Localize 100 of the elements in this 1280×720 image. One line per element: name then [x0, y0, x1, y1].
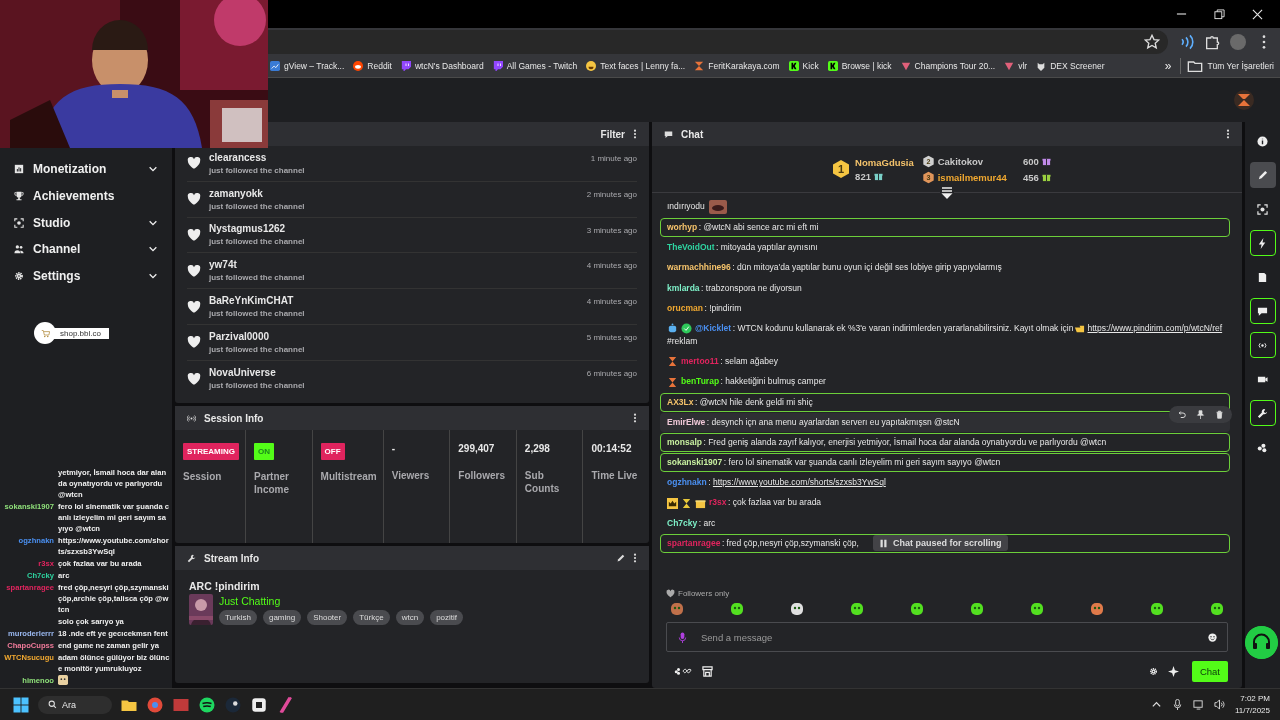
rail-button[interactable] — [1249, 298, 1276, 324]
chat-username[interactable]: ogzhnakn — [667, 477, 707, 488]
settings-icon[interactable] — [1148, 666, 1158, 676]
chat-username[interactable]: orucman — [667, 302, 703, 313]
bookmark[interactable]: FeritKarakaya.com — [694, 61, 780, 71]
clock[interactable]: 7:02 PM 11/7/2025 — [1235, 693, 1270, 716]
emote-icon[interactable] — [1030, 602, 1044, 616]
more-icon[interactable] — [633, 553, 637, 563]
emote-icon[interactable] — [790, 602, 804, 616]
filter-button[interactable]: Filter — [600, 128, 625, 140]
chevron-up-icon[interactable] — [1151, 699, 1162, 710]
bookmark[interactable]: wtcN's Dashboard — [400, 61, 484, 71]
tag-chip[interactable]: Turkish — [219, 609, 257, 625]
tag-chip[interactable]: Türkçe — [353, 609, 390, 625]
panel-title: Chat — [681, 128, 705, 140]
chat-username[interactable]: monsalp — [667, 436, 702, 447]
rail-button[interactable] — [1249, 332, 1276, 358]
chat-username[interactable]: TheVoidOut — [667, 242, 715, 253]
stat-label: Partner Income — [254, 470, 290, 496]
edit-icon[interactable] — [616, 553, 625, 563]
category-link[interactable]: Just Chatting — [219, 594, 464, 607]
chat-username[interactable]: AX3Lx — [667, 396, 694, 407]
chat-username[interactable]: kmlarda — [667, 282, 700, 293]
heart-icon — [187, 371, 201, 386]
store-icon[interactable] — [702, 665, 713, 677]
more-bookmarks-button[interactable]: » — [1164, 59, 1172, 73]
chat-send-button[interactable]: Chat — [1191, 660, 1228, 682]
all-bookmarks-button[interactable]: Tüm Yer İşaretleri — [1180, 58, 1280, 74]
emote-icon[interactable] — [910, 602, 924, 616]
bookmark[interactable]: DEX Screener — [1036, 61, 1105, 71]
chat-username[interactable]: worhyp — [667, 222, 698, 232]
sidebar-item[interactable]: Studio — [0, 209, 172, 237]
bookmark[interactable]: Champions Tour 20... — [900, 61, 996, 71]
chat-username[interactable]: Ch7cky — [667, 517, 698, 528]
emote-icon[interactable] — [850, 602, 864, 616]
search-field[interactable]: Ara — [38, 695, 112, 714]
activity-text: just followed the channel — [209, 273, 306, 283]
hourglass-logo[interactable] — [1234, 90, 1254, 110]
headset-icon[interactable] — [1245, 626, 1278, 659]
chat-link[interactable]: https://www.pindirim.com/p/wtcN/ref — [1087, 322, 1223, 333]
sidebar-item[interactable]: Monetization — [0, 156, 172, 183]
tag-chip[interactable]: pozitif — [430, 609, 464, 625]
emote-icon[interactable] — [1150, 602, 1164, 616]
chat-link[interactable]: https://www.youtube.com/shorts/szxsb3YwSql — [712, 477, 886, 488]
bookmark[interactable]: gView – Track... — [270, 61, 345, 71]
browser-icon[interactable] — [146, 695, 164, 714]
sidebar-item[interactable]: Channel — [0, 236, 172, 263]
app-icon[interactable] — [250, 695, 268, 714]
chat-username[interactable]: EmirElwe — [667, 416, 706, 427]
gift-count: 821 — [855, 170, 871, 182]
tag-chip[interactable]: Shooter — [307, 609, 348, 625]
bookmark[interactable]: All Games - Twitch — [492, 61, 578, 71]
tag-chip[interactable]: gaming — [262, 609, 302, 625]
hourglass-icon — [681, 497, 692, 509]
music-icon[interactable] — [198, 695, 216, 714]
sidebar-item[interactable]: Settings — [0, 262, 172, 290]
bookmark[interactable]: Browse | kick — [827, 61, 892, 71]
rail-button[interactable] — [1249, 230, 1276, 256]
windows-icon[interactable] — [12, 695, 30, 714]
puzzle-icon[interactable] — [1204, 33, 1220, 50]
chat-message: : @wtcN hile denk geldi mi shiç — [694, 396, 813, 407]
username: NovaUniverse — [209, 367, 277, 379]
star-icon[interactable] — [1144, 33, 1160, 50]
sidebar-item[interactable]: Achievements — [0, 182, 172, 210]
emote-icon[interactable] — [730, 602, 744, 616]
emote-icon[interactable] — [970, 602, 984, 616]
collapse-icon[interactable] — [940, 187, 954, 199]
kick-icon — [788, 61, 799, 71]
shop-link[interactable]: shop.bbl.co — [54, 327, 109, 339]
chat-username[interactable]: sokanski1907 — [667, 457, 723, 468]
bookmark[interactable]: Text faces | Lenny fa... — [586, 61, 686, 71]
undo-icon[interactable] — [1177, 410, 1186, 419]
rail-button[interactable] — [1249, 400, 1276, 426]
pin-icon[interactable] — [1196, 410, 1205, 419]
message-box[interactable]: Send a message — [666, 622, 1228, 652]
more-icon[interactable] — [633, 129, 637, 139]
bolt-icon — [1257, 237, 1268, 249]
more-icon[interactable] — [1226, 129, 1230, 139]
monitor-icon[interactable] — [1193, 699, 1204, 710]
bookmark[interactable]: Reddit — [353, 61, 392, 71]
more-icon[interactable] — [633, 413, 637, 423]
chat-username[interactable]: benTurap — [681, 376, 720, 387]
tag-chip[interactable]: wtcn — [395, 609, 425, 625]
emote-icon[interactable] — [1090, 602, 1104, 616]
bookmark[interactable]: Kick — [788, 61, 819, 71]
rail-button[interactable] — [1249, 162, 1276, 188]
emoji-icon[interactable] — [1208, 632, 1217, 642]
timestamp: 4 minutes ago — [586, 261, 637, 271]
trash-icon[interactable] — [1215, 410, 1224, 419]
bookmark[interactable]: vlr — [1004, 61, 1028, 71]
sparkle-icon[interactable] — [1167, 665, 1179, 677]
emote-icon[interactable] — [1210, 602, 1224, 616]
message-field[interactable]: Send a message — [699, 630, 1200, 644]
microphone-icon[interactable] — [1172, 699, 1183, 710]
speaker-icon[interactable] — [1214, 699, 1225, 710]
activity-text: just followed the channel — [209, 237, 306, 247]
chat-username[interactable]: @Kicklet — [695, 322, 732, 333]
gem-icon — [1004, 61, 1015, 71]
chat-username[interactable]: warmachhine96 — [667, 262, 731, 273]
paused-notice[interactable]: Chat paused for scrolling — [873, 535, 1008, 551]
